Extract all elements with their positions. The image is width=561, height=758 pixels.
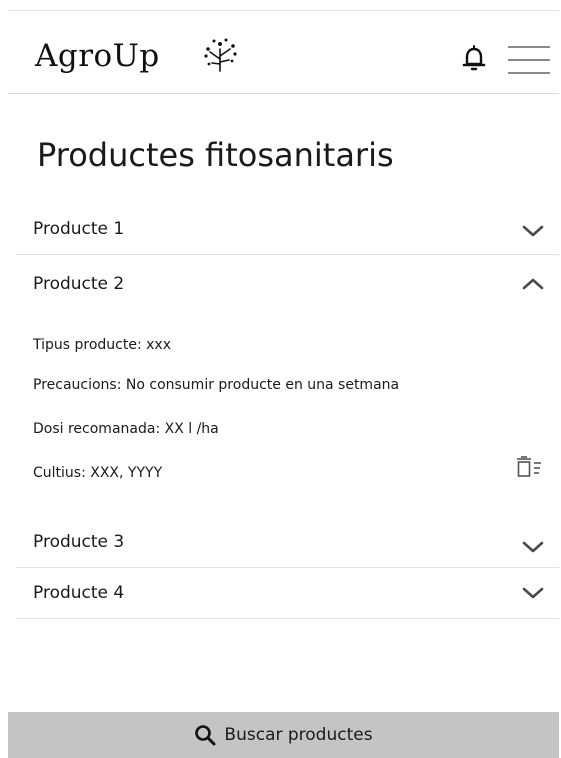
accordion-label: Producte 4	[33, 583, 125, 603]
hamburger-menu-icon[interactable]	[508, 44, 550, 76]
product-type-text: Tipus producte: xxx	[33, 337, 171, 353]
bell-icon[interactable]	[462, 44, 486, 74]
accordion-label: Producte 1	[33, 219, 125, 239]
product-dose-text: Dosi recomanada: XX l /ha	[33, 421, 219, 437]
product-crops-text: Cultius: XXX, YYYY	[33, 465, 163, 481]
app-logo[interactable]: AgroUp	[35, 38, 160, 74]
search-products-button[interactable]: Buscar productes	[8, 712, 559, 758]
accordion-item-producte-2[interactable]: Producte 2	[16, 259, 559, 309]
accordion-item-producte-3[interactable]: Producte 3	[16, 517, 559, 568]
search-icon	[195, 725, 216, 746]
chevron-up-icon[interactable]	[521, 276, 545, 292]
sprout-logo-icon	[204, 38, 237, 72]
accordion-item-producte-1[interactable]: Producte 1	[16, 204, 559, 255]
delete-icon[interactable]	[514, 456, 544, 478]
chevron-down-icon[interactable]	[521, 585, 545, 601]
accordion-label: Producte 3	[33, 532, 125, 552]
accordion-item-producte-4[interactable]: Producte 4	[16, 568, 559, 619]
chevron-down-icon[interactable]	[521, 223, 545, 239]
page-title: Productes fitosanitaris	[37, 136, 394, 174]
accordion-label: Producte 2	[33, 274, 125, 294]
search-label: Buscar productes	[224, 725, 373, 745]
product-precautions-text: Precaucions: No consumir producte en una…	[33, 377, 400, 393]
app-header: AgroUp	[8, 11, 559, 94]
chevron-down-icon[interactable]	[521, 539, 545, 555]
